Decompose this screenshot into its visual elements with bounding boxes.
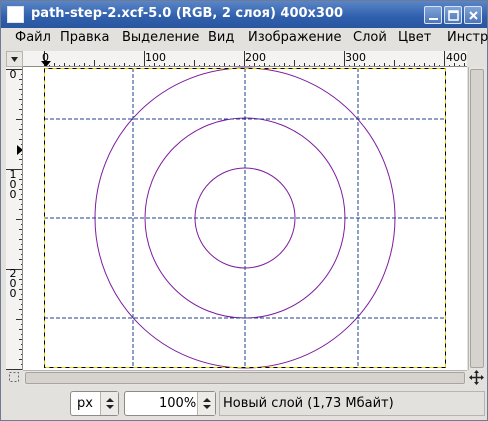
vertical-ruler[interactable]: 0 100 200 bbox=[6, 67, 23, 370]
ruler-label-100: 100 bbox=[145, 51, 166, 64]
zoom-value: 100% bbox=[159, 396, 197, 411]
ruler-label-200: 200 bbox=[9, 267, 17, 300]
image-canvas[interactable] bbox=[23, 67, 467, 370]
updown-arrows-icon bbox=[203, 398, 211, 409]
unit-dropdown-button[interactable] bbox=[100, 392, 118, 415]
guides bbox=[44, 68, 446, 368]
menu-layer[interactable]: Слой bbox=[353, 30, 387, 45]
navigate-button[interactable] bbox=[468, 370, 485, 385]
navigate-icon bbox=[469, 370, 484, 385]
menu-tools[interactable]: Инстр bbox=[447, 30, 488, 45]
menu-bar: Файл Правка Выделение Вид Изображение Сл… bbox=[1, 28, 488, 48]
ruler-ticks bbox=[6, 69, 22, 370]
status-text: Новый слой (1,73 Мбайт) bbox=[223, 396, 394, 411]
menu-image[interactable]: Изображение bbox=[248, 30, 341, 45]
menu-edit[interactable]: Правка bbox=[60, 30, 109, 45]
ruler-label-200: 200 bbox=[245, 51, 266, 64]
status-bar: px 100% Новый слой (1,73 Мбайт) bbox=[1, 387, 487, 420]
minimize-button[interactable] bbox=[424, 6, 442, 24]
menu-view[interactable]: Вид bbox=[208, 30, 234, 45]
zoom-dropdown-button[interactable] bbox=[197, 392, 215, 415]
image-window: path-step-2.xcf-5.0 (RGB, 2 слоя) 400x30… bbox=[0, 0, 488, 421]
vertical-scrollbar[interactable] bbox=[468, 67, 485, 370]
ruler-label-0: 0 bbox=[9, 68, 17, 81]
status-message: Новый слой (1,73 Мбайт) bbox=[219, 391, 485, 416]
canvas-drawing bbox=[44, 67, 446, 369]
zoom-selector[interactable]: 100% bbox=[124, 391, 216, 416]
app-icon[interactable] bbox=[7, 6, 24, 23]
ruler-end bbox=[468, 51, 485, 67]
quick-mask-button[interactable] bbox=[6, 370, 23, 385]
scrollbar-thumb[interactable] bbox=[470, 69, 484, 368]
ruler-label-100: 100 bbox=[9, 168, 17, 201]
horizontal-scrollbar[interactable] bbox=[23, 370, 467, 385]
unit-value: px bbox=[77, 396, 93, 411]
close-button[interactable] bbox=[464, 6, 482, 24]
maximize-icon bbox=[448, 10, 459, 21]
ruler-label-400: 400 bbox=[446, 51, 467, 64]
menu-select[interactable]: Выделение bbox=[122, 30, 199, 45]
minimize-icon bbox=[429, 18, 438, 20]
updown-arrows-icon bbox=[106, 398, 114, 409]
scrollbar-thumb[interactable] bbox=[25, 372, 465, 384]
menu-color[interactable]: Цвет bbox=[398, 30, 431, 45]
ruler-label-300: 300 bbox=[345, 51, 366, 64]
ruler-corner[interactable] bbox=[6, 51, 23, 67]
unit-selector[interactable]: px bbox=[70, 391, 119, 416]
close-icon bbox=[469, 11, 478, 20]
horizontal-ruler[interactable]: 0 100 200 300 400 bbox=[23, 51, 467, 67]
maximize-button[interactable] bbox=[444, 6, 462, 24]
window-title: path-step-2.xcf-5.0 (RGB, 2 слоя) 400x30… bbox=[31, 6, 344, 21]
title-bar[interactable]: path-step-2.xcf-5.0 (RGB, 2 слоя) 400x30… bbox=[1, 1, 487, 28]
quick-mask-icon bbox=[9, 372, 19, 382]
menu-arrow-icon bbox=[11, 57, 18, 62]
menu-file[interactable]: Файл bbox=[15, 30, 51, 45]
